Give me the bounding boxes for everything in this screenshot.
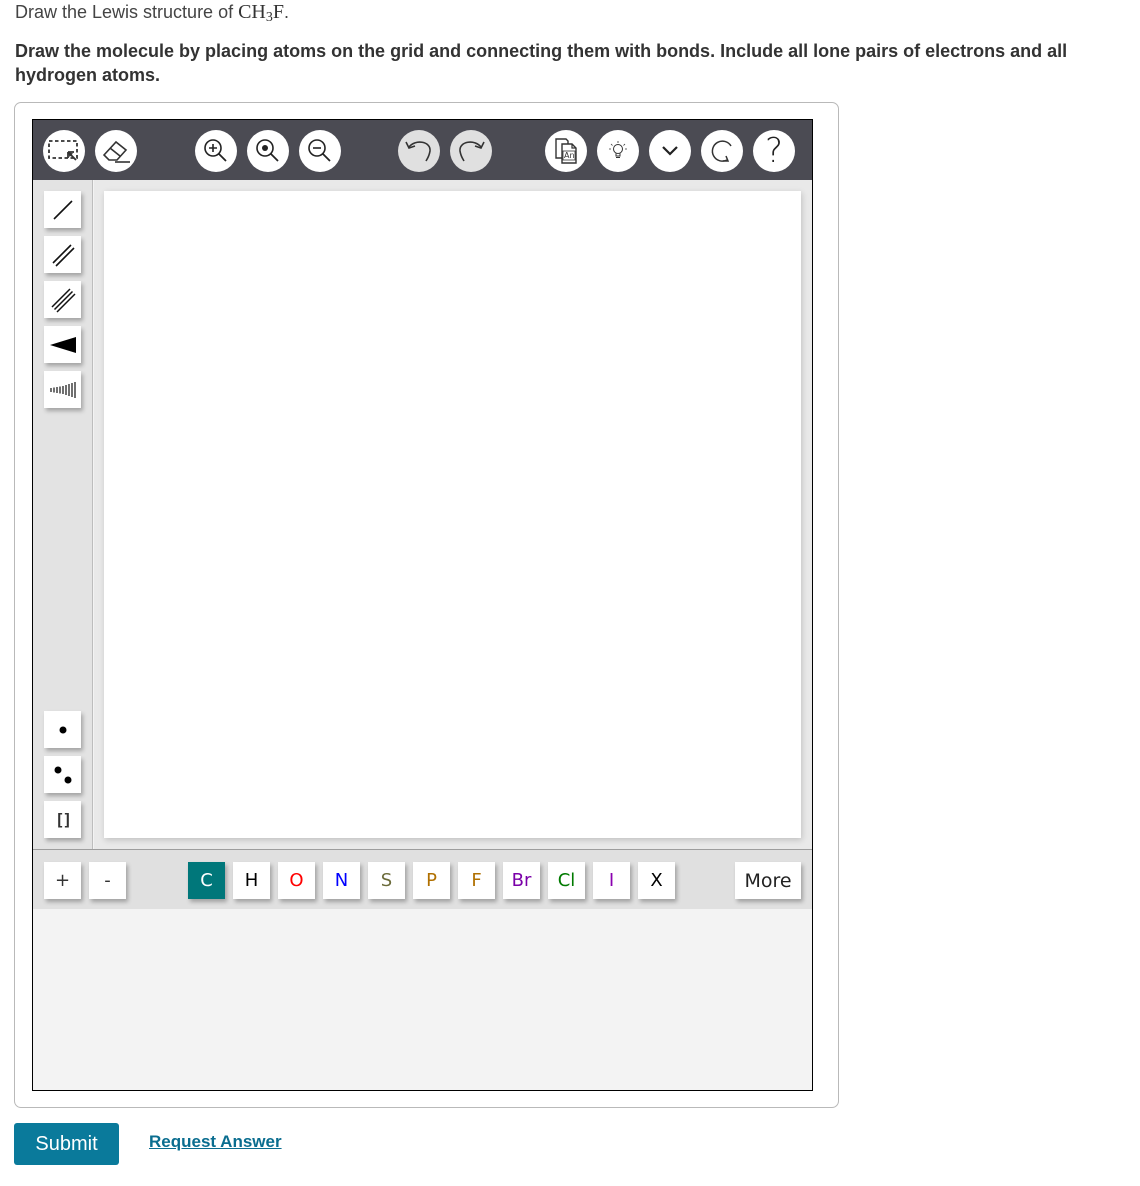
triple-bond-button[interactable]	[44, 281, 81, 318]
prompt-period: .	[284, 2, 290, 22]
marquee-select-icon	[48, 140, 78, 161]
zoom-in-button[interactable]	[195, 130, 237, 172]
reset-button[interactable]	[701, 130, 743, 172]
lone-pair-icon	[54, 766, 71, 783]
atom-toolbar: + - C H O N S P F Br Cl I X More	[33, 849, 812, 909]
lightbulb-icon	[609, 141, 627, 158]
template-badge-text: An	[564, 151, 575, 160]
element-symbol: C	[200, 870, 213, 891]
radical-button[interactable]	[44, 711, 81, 748]
element-button-s[interactable]: S	[368, 862, 405, 899]
formula-main: CH	[238, 1, 266, 23]
element-symbol: Cl	[557, 870, 576, 891]
eraser-icon	[102, 140, 130, 163]
element-button-f[interactable]: F	[458, 862, 495, 899]
element-symbol: I	[608, 870, 615, 891]
more-options-button[interactable]	[649, 130, 691, 172]
zoom-out-button[interactable]	[299, 130, 341, 172]
element-button-br[interactable]: Br	[503, 862, 540, 899]
element-symbol: X	[650, 870, 663, 891]
redo-icon	[459, 141, 485, 162]
element-symbol: Br	[511, 870, 532, 891]
redo-button[interactable]	[450, 130, 492, 172]
molecule-editor: An ? [] + - C H O N S P F Br Cl I X More	[32, 119, 813, 1091]
submit-button[interactable]: Submit	[14, 1123, 119, 1165]
zoom-reset-button[interactable]	[247, 130, 289, 172]
help-icon: ?	[764, 131, 784, 171]
top-toolbar: An ?	[33, 120, 812, 180]
element-symbol: S	[380, 870, 393, 891]
request-answer-link[interactable]: Request Answer	[149, 1132, 282, 1152]
zoom-out-icon	[308, 139, 331, 162]
element-symbol: N	[334, 870, 349, 891]
element-button-cl[interactable]: Cl	[548, 862, 585, 899]
prompt-text: Draw the Lewis structure of	[15, 2, 239, 22]
brackets-icon: []	[54, 810, 72, 829]
formula-end: F	[272, 1, 285, 23]
eraser-tool-button[interactable]	[95, 130, 137, 172]
instructions: Draw the molecule by placing atoms on th…	[15, 41, 1068, 85]
element-button-c[interactable]: C	[188, 862, 225, 899]
reset-icon	[711, 140, 732, 162]
hash-bond-button[interactable]	[44, 371, 81, 408]
increase-charge-button[interactable]: +	[44, 862, 81, 899]
hash-bond-icon	[49, 381, 76, 398]
zoom-in-icon	[204, 139, 227, 162]
templates-button[interactable]: An	[545, 130, 587, 172]
single-bond-icon	[52, 199, 73, 220]
undo-icon	[405, 141, 431, 162]
element-symbol: O	[289, 870, 304, 891]
question-prompt: Draw the Lewis structure of CH3F.	[15, 0, 289, 30]
single-electron-icon	[59, 726, 66, 733]
element-button-h[interactable]: H	[233, 862, 270, 899]
hint-button[interactable]	[597, 130, 639, 172]
double-bond-button[interactable]	[44, 236, 81, 273]
select-tool-button[interactable]	[43, 130, 85, 172]
element-button-i[interactable]: I	[593, 862, 630, 899]
undo-button[interactable]	[398, 130, 440, 172]
lone-pair-button[interactable]	[44, 756, 81, 793]
single-bond-button[interactable]	[44, 191, 81, 228]
element-button-p[interactable]: P	[413, 862, 450, 899]
element-symbol: F	[471, 870, 482, 891]
wedge-bond-icon	[49, 336, 76, 353]
brackets-button[interactable]: []	[44, 801, 81, 838]
drawing-canvas[interactable]	[104, 191, 801, 838]
left-toolbar: []	[33, 180, 93, 849]
help-button[interactable]: ?	[753, 130, 795, 172]
zoom-fit-icon	[256, 139, 279, 162]
formula-subscript: 3	[265, 10, 273, 25]
element-button-x[interactable]: X	[638, 862, 675, 899]
canvas-area	[94, 180, 812, 849]
element-symbol: H	[244, 870, 259, 891]
chemical-formula: CH3F	[238, 1, 285, 25]
element-symbol: P	[426, 870, 437, 891]
triple-bond-icon	[50, 287, 76, 313]
double-bond-icon	[51, 243, 75, 267]
element-button-n[interactable]: N	[323, 862, 360, 899]
more-elements-button[interactable]: More	[735, 862, 801, 899]
element-button-o[interactable]: O	[278, 862, 315, 899]
wedge-bond-button[interactable]	[44, 326, 81, 363]
decrease-charge-button[interactable]: -	[89, 862, 126, 899]
chevron-down-icon	[662, 146, 678, 156]
copy-template-icon: An	[555, 138, 577, 164]
